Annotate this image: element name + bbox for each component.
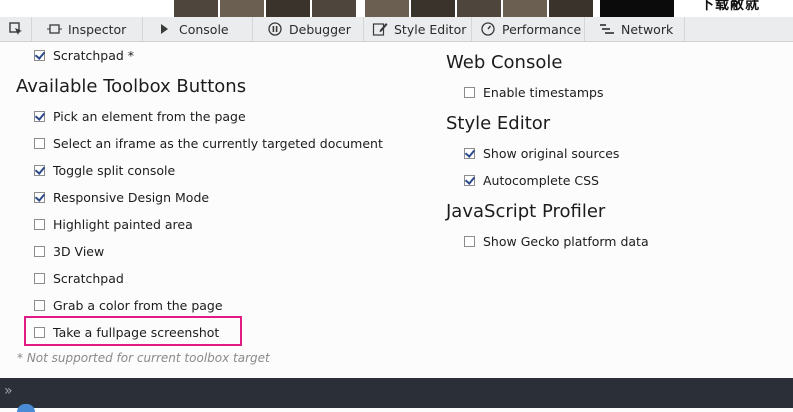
network-icon — [599, 21, 615, 37]
option-label: Grab a color from the page — [53, 298, 223, 313]
checkbox[interactable] — [34, 273, 45, 284]
grab-color-option[interactable]: Grab a color from the page — [34, 298, 223, 313]
option-label: 3D View — [53, 244, 105, 259]
style-editor-heading: Style Editor — [446, 113, 551, 134]
thumbnail-image — [549, 0, 593, 17]
tab-console[interactable]: Console — [143, 17, 253, 41]
highlight-box — [24, 316, 242, 346]
thumbnail-image — [174, 0, 218, 17]
toggle-split-console-option[interactable]: Toggle split console — [34, 163, 175, 178]
tab-label: Debugger — [289, 21, 351, 37]
partial-page-text: 下载敝就 — [700, 0, 760, 13]
thumbnail-image — [365, 0, 409, 17]
tab-debugger[interactable]: Debugger — [253, 17, 364, 41]
pick-element-icon — [8, 22, 22, 35]
3d-view-option[interactable]: 3D View — [34, 244, 104, 259]
inspector-icon — [46, 21, 62, 37]
show-original-sources-option[interactable]: Show original sources — [464, 146, 619, 161]
responsive-design-mode-option[interactable]: Responsive Design Mode — [34, 190, 209, 205]
checkbox[interactable] — [34, 192, 45, 203]
thumbnail-image — [312, 0, 356, 17]
thumbnail-image — [411, 0, 455, 17]
show-gecko-platform-data-option[interactable]: Show Gecko platform data — [464, 234, 649, 249]
tab-performance[interactable]: Performance — [472, 17, 585, 41]
avatar — [17, 404, 35, 412]
style-editor-pencil-icon — [372, 21, 388, 37]
thumbnail-image — [266, 0, 310, 17]
option-label: Scratchpad * — [53, 48, 135, 63]
thumbnail-image — [600, 0, 674, 17]
checkbox[interactable] — [34, 138, 45, 149]
checkbox[interactable] — [34, 165, 45, 176]
toolbox-options-panel: Scratchpad * Available Toolbox Buttons P… — [0, 42, 793, 378]
option-label: Pick an element from the page — [53, 109, 246, 124]
checkbox[interactable] — [464, 87, 475, 98]
debugger-pause-icon — [267, 21, 283, 37]
pick-element-option[interactable]: Pick an element from the page — [34, 109, 246, 124]
tab-style-editor[interactable]: Style Editor — [364, 17, 472, 41]
option-label: Autocomplete CSS — [483, 173, 599, 188]
scratchpad-option[interactable]: Scratchpad * — [34, 48, 134, 63]
split-console-bar: » — [0, 378, 793, 412]
checkbox[interactable] — [464, 236, 475, 247]
console-prompt-chevron-icon[interactable]: » — [4, 383, 13, 399]
web-console-heading: Web Console — [446, 52, 563, 73]
tab-label: Performance — [502, 21, 582, 37]
option-label: Show Gecko platform data — [483, 234, 649, 249]
checkbox[interactable] — [464, 175, 475, 186]
thumbnail-image — [457, 0, 501, 17]
autocomplete-css-option[interactable]: Autocomplete CSS — [464, 173, 599, 188]
unsupported-note: * Not supported for current toolbox targ… — [17, 351, 270, 365]
checkbox[interactable] — [34, 111, 45, 122]
enable-timestamps-option[interactable]: Enable timestamps — [464, 85, 604, 100]
pick-element-button[interactable] — [0, 17, 32, 41]
thumbnail-image — [503, 0, 547, 17]
devtools-toolbar: Inspector Console Debugger Style Editor … — [0, 17, 793, 42]
tab-label: Network — [621, 21, 674, 37]
checkbox[interactable] — [34, 300, 45, 311]
select-iframe-option[interactable]: Select an iframe as the currently target… — [34, 136, 383, 151]
tab-label: Inspector — [68, 21, 127, 37]
checkbox[interactable] — [34, 219, 45, 230]
option-label: Select an iframe as the currently target… — [53, 136, 383, 151]
performance-clock-icon — [480, 21, 496, 37]
tab-label: Style Editor — [394, 21, 467, 37]
option-label: Enable timestamps — [483, 85, 604, 100]
checkbox[interactable] — [464, 148, 475, 159]
background-thumbnail-strip: 下载敝就 — [0, 0, 793, 17]
highlight-painted-area-option[interactable]: Highlight painted area — [34, 217, 193, 232]
javascript-profiler-heading: JavaScript Profiler — [446, 201, 606, 222]
option-label: Responsive Design Mode — [53, 190, 210, 205]
thumbnail-image — [220, 0, 264, 17]
option-label: Scratchpad — [53, 271, 124, 286]
checkbox[interactable] — [34, 246, 45, 257]
console-chevron-icon — [157, 21, 173, 37]
option-label: Highlight painted area — [53, 217, 193, 232]
option-label: Show original sources — [483, 146, 620, 161]
checkbox[interactable] — [34, 50, 45, 61]
tab-inspector[interactable]: Inspector — [32, 17, 143, 41]
option-label: Toggle split console — [53, 163, 176, 178]
available-toolbox-buttons-heading: Available Toolbox Buttons — [16, 76, 247, 97]
tab-network[interactable]: Network — [585, 17, 685, 41]
tab-label: Console — [179, 21, 229, 37]
scratchpad-button-option[interactable]: Scratchpad — [34, 271, 124, 286]
